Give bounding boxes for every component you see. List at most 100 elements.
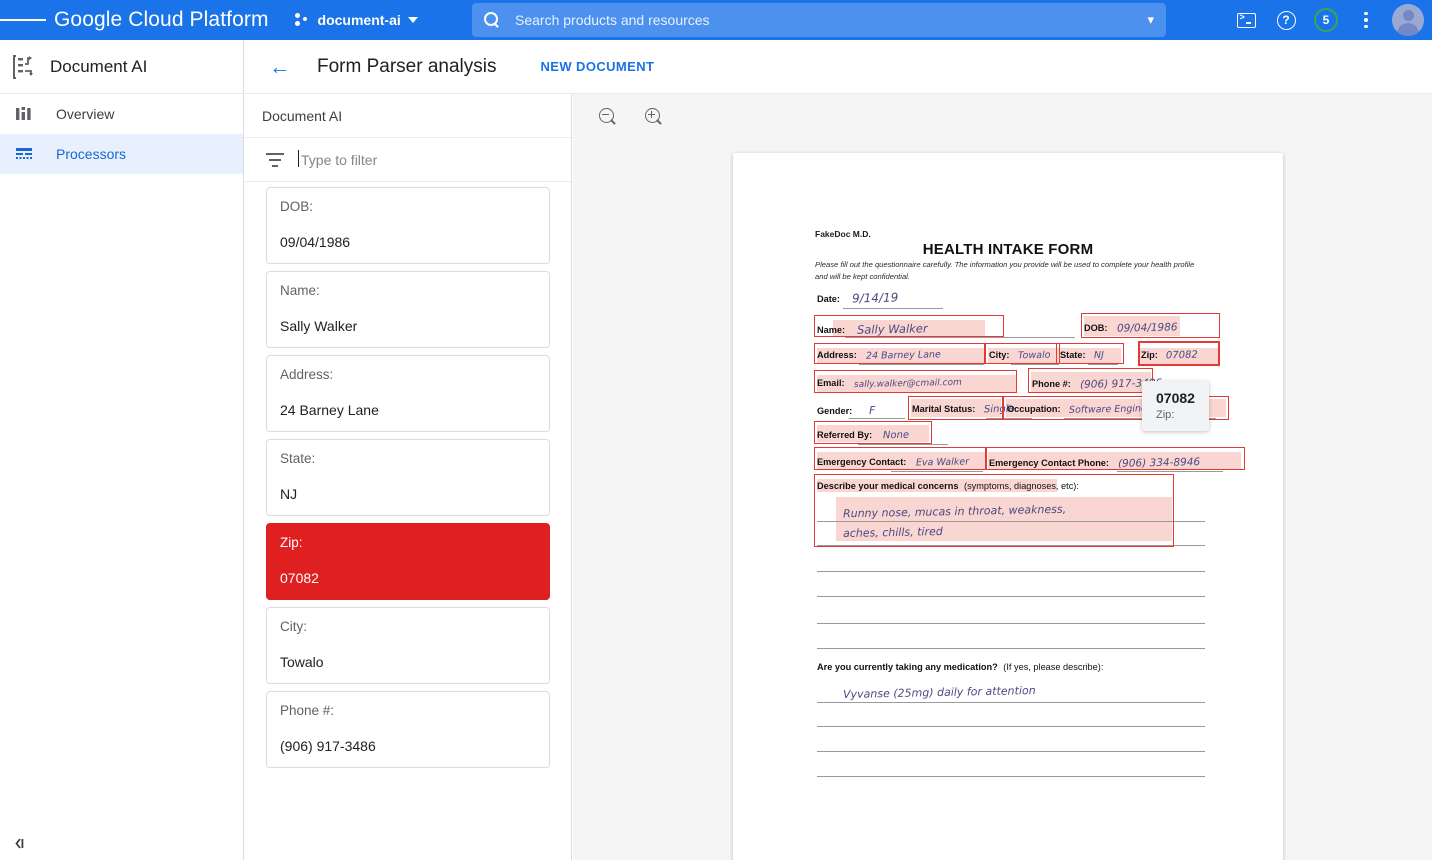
field-filter-input[interactable]: Type to filter <box>245 138 571 182</box>
document-content: FakeDoc M.D. HEALTH INTAKE FORM Please f… <box>733 153 1283 860</box>
field-card-value: 07082 <box>280 570 536 586</box>
document-page[interactable]: FakeDoc M.D. HEALTH INTAKE FORM Please f… <box>733 153 1283 860</box>
entity-box[interactable] <box>814 315 1004 337</box>
field-card-value: 09/04/1986 <box>280 234 536 250</box>
filter-icon <box>266 153 284 167</box>
doc-field-date-label: Date: <box>817 294 840 304</box>
collapse-panel-icon <box>12 836 30 852</box>
sidebar-title: Document AI <box>50 57 147 77</box>
field-card[interactable]: State: NJ <box>266 439 550 516</box>
field-card[interactable]: Name: Sally Walker <box>266 271 550 348</box>
collapse-panel-button[interactable] <box>12 836 30 852</box>
field-card-value: 24 Barney Lane <box>280 402 536 418</box>
chevron-down-icon <box>408 17 418 23</box>
doc-medication-header: Are you currently taking any medication?… <box>817 662 1103 672</box>
sidebar-item-processors[interactable]: Processors <box>0 134 243 174</box>
notifications-button[interactable]: 5 <box>1308 2 1344 38</box>
field-card-key: DOB: <box>280 199 536 214</box>
field-card[interactable]: DOB: 09/04/1986 <box>266 187 550 264</box>
entity-box[interactable] <box>985 343 1060 364</box>
tooltip-key: Zip: <box>1156 409 1195 421</box>
back-arrow-icon[interactable]: ← <box>263 50 297 84</box>
left-sidebar: Document AI Overview Processors <box>0 40 244 860</box>
entity-box[interactable] <box>814 343 985 364</box>
help-button[interactable]: ? <box>1268 2 1304 38</box>
entity-box[interactable] <box>814 421 932 444</box>
entity-tooltip: 07082 Zip: <box>1142 381 1209 431</box>
zoom-out-icon <box>599 108 616 125</box>
entity-box[interactable] <box>1056 343 1124 364</box>
entity-box[interactable] <box>1028 368 1153 393</box>
field-card-value: Sally Walker <box>280 318 536 334</box>
field-card-key: Address: <box>280 367 536 382</box>
entity-box[interactable] <box>908 396 1003 420</box>
field-card-key: State: <box>280 451 536 466</box>
help-icon: ? <box>1277 11 1296 30</box>
page-title: Form Parser analysis <box>317 56 497 78</box>
field-card-value: NJ <box>280 486 536 502</box>
entity-box[interactable] <box>1081 313 1220 338</box>
cloud-shell-button[interactable] <box>1228 2 1264 38</box>
doc-clinic-name: FakeDoc M.D. <box>815 229 871 239</box>
field-card-key: Name: <box>280 283 536 298</box>
sidebar-item-processors-label: Processors <box>56 146 126 162</box>
field-card[interactable]: Phone #: (906) 917-3486 <box>266 691 550 768</box>
field-card[interactable]: Zip: 07082 <box>266 523 550 600</box>
sidebar-item-overview[interactable]: Overview <box>0 94 243 134</box>
project-selector[interactable]: document-ai <box>295 12 418 28</box>
field-panel: Document AI Type to filter DOB: 09/04/198… <box>245 94 572 860</box>
entity-box[interactable] <box>814 370 1017 393</box>
top-app-bar: Google Cloud Platform document-ai Search… <box>0 0 1432 40</box>
field-filter-placeholder: Type to filter <box>301 152 377 168</box>
field-card[interactable]: Address: 24 Barney Lane <box>266 355 550 432</box>
project-name: document-ai <box>318 12 401 28</box>
doc-medication-hint: (If yes, please describe): <box>1003 662 1103 672</box>
kebab-menu-icon <box>1364 12 1368 29</box>
viewer-toolbar <box>573 94 1432 139</box>
dashboard-icon <box>14 104 34 124</box>
search-dropdown-icon[interactable]: ▾ <box>1147 12 1154 28</box>
doc-field-date: Date: 9/14/19 <box>817 291 898 305</box>
doc-field-gender: Gender: F <box>817 404 875 417</box>
doc-medication-label: Are you currently taking any medication? <box>817 662 998 672</box>
field-card-key: Zip: <box>280 535 536 550</box>
field-card-key: Phone #: <box>280 703 536 718</box>
entity-box[interactable] <box>985 447 1245 470</box>
hamburger-menu-icon[interactable] <box>0 0 46 40</box>
search-placeholder: Search products and resources <box>515 12 1147 28</box>
notification-badge: 5 <box>1314 8 1338 32</box>
more-options-button[interactable] <box>1348 2 1384 38</box>
cloud-shell-icon <box>1237 13 1256 28</box>
entity-box-selected[interactable] <box>1138 341 1220 366</box>
zoom-in-icon <box>645 108 662 125</box>
gcp-brand-title: Google Cloud Platform <box>54 8 269 32</box>
top-bar-actions: ? 5 <box>1228 0 1424 40</box>
entity-box[interactable] <box>814 447 987 470</box>
entity-box[interactable] <box>814 474 1174 547</box>
sidebar-header: Document AI <box>0 40 243 94</box>
field-card-value: Towalo <box>280 654 536 670</box>
document-viewer: FakeDoc M.D. HEALTH INTAKE FORM Please f… <box>573 94 1432 860</box>
search-icon <box>484 12 501 29</box>
doc-heading: HEALTH INTAKE FORM <box>733 241 1283 258</box>
entity-box[interactable] <box>1003 396 1151 420</box>
content-header: ← Form Parser analysis NEW DOCUMENT <box>245 40 1432 94</box>
avatar[interactable] <box>1392 4 1424 36</box>
doc-field-gender-value: F <box>869 404 876 417</box>
field-card-value: (906) 917-3486 <box>280 738 536 754</box>
doc-field-gender-label: Gender: <box>817 406 852 416</box>
project-icon <box>295 13 311 27</box>
global-search-input[interactable]: Search products and resources ▾ <box>472 3 1166 37</box>
field-panel-title: Document AI <box>245 94 571 138</box>
processors-icon <box>14 144 34 164</box>
tooltip-value: 07082 <box>1156 390 1195 406</box>
field-card[interactable]: City: Towalo <box>266 607 550 684</box>
doc-medication-line1: Vyvanse (25mg) daily for attention <box>843 684 1036 701</box>
zoom-out-button[interactable] <box>591 101 623 133</box>
zoom-in-button[interactable] <box>637 101 669 133</box>
field-card-list: DOB: 09/04/1986 Name: Sally Walker Address: 2… <box>245 182 571 768</box>
new-document-button[interactable]: NEW DOCUMENT <box>541 59 655 74</box>
sidebar-item-overview-label: Overview <box>56 106 114 122</box>
field-card-key: City: <box>280 619 536 634</box>
doc-field-date-value: 9/14/19 <box>851 291 898 306</box>
